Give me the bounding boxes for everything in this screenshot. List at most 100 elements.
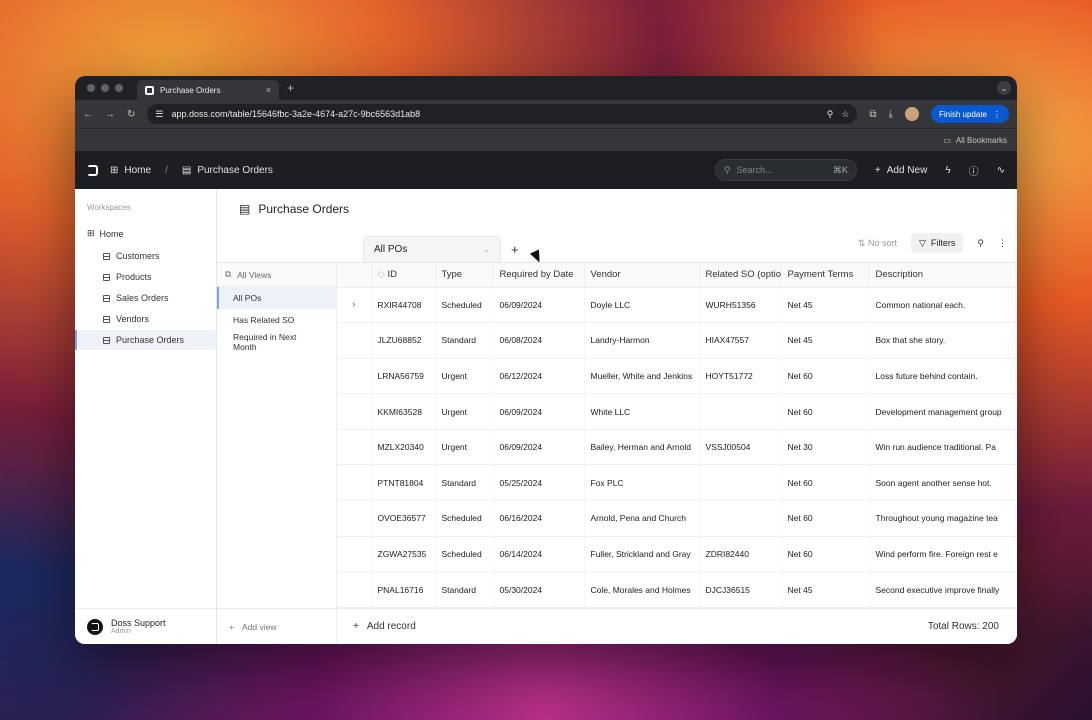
cell-description[interactable]: Development management group	[869, 393, 1017, 430]
cell-description[interactable]: Throughout young magazine tea	[869, 500, 1017, 537]
cell-type[interactable]: Standard	[435, 571, 494, 608]
bookmark-star-icon[interactable]: ☆	[841, 109, 849, 120]
column-header-vendor[interactable]: Vendor	[584, 263, 700, 288]
cell-vendor[interactable]: Fox PLC	[584, 464, 700, 502]
breadcrumb-home[interactable]: ⊞ Home	[110, 165, 151, 176]
cell-payment-terms[interactable]: Net 30	[781, 429, 870, 466]
extensions-icon[interactable]: ⧉	[869, 109, 876, 120]
cell-description[interactable]: Second executive improve finally	[869, 571, 1017, 608]
table-row[interactable]: LRNA56759 Urgent 06/12/2024 Mueller, White …	[337, 358, 1017, 395]
cell-id[interactable]: OVOE36577	[371, 500, 436, 537]
search-input[interactable]: ⚲ Search... ⌘K	[714, 159, 857, 181]
cell-required-date[interactable]: 06/14/2024	[493, 536, 585, 573]
cell-vendor[interactable]: Bailey, Herman and Arnold	[584, 429, 700, 466]
cell-type[interactable]: Scheduled	[435, 287, 494, 324]
cell-required-date[interactable]: 06/09/2024	[493, 393, 585, 430]
browser-tab[interactable]: Purchase Orders ×	[137, 80, 279, 100]
cell-vendor[interactable]: Cole, Morales and Holmes	[584, 571, 700, 608]
sidebar-item-home[interactable]: ⊞ Home	[75, 222, 216, 245]
cell-description[interactable]: Common national each.	[869, 287, 1017, 324]
all-views-header[interactable]: ⧉ All Views	[217, 263, 336, 287]
column-header-description[interactable]: Description	[869, 263, 1017, 288]
sidebar-item-vendors[interactable]: Vendors	[75, 309, 216, 329]
sidebar-item-purchase-orders[interactable]: Purchase Orders	[75, 330, 216, 350]
table-row[interactable]: OVOE36577 Scheduled 06/16/2024 Arnold, Pena…	[337, 500, 1017, 537]
cell-required-date[interactable]: 05/25/2024	[493, 464, 585, 502]
table-row[interactable]: MZLX20340 Urgent 06/09/2024 Bailey, Herman …	[337, 429, 1017, 466]
cell-id[interactable]: PTNT81804	[371, 464, 436, 502]
cell-type[interactable]: Urgent	[435, 358, 494, 395]
table-row[interactable]: › RXIR44708 Scheduled 06/09/2024 Doyle LLC WU…	[337, 287, 1017, 324]
cell-related-so[interactable]	[699, 464, 782, 502]
cell-related-so[interactable]: WURH51356	[699, 287, 782, 324]
column-header-payment-terms[interactable]: Payment Terms	[781, 263, 870, 288]
cell-required-date[interactable]: 06/08/2024	[493, 322, 585, 359]
profile-avatar[interactable]	[904, 107, 919, 121]
cell-related-so[interactable]: DJCJ36515	[699, 571, 782, 608]
doss-logo-icon[interactable]	[87, 164, 98, 176]
cell-required-date[interactable]: 06/16/2024	[493, 500, 585, 537]
user-menu[interactable]: Doss Support Admin	[75, 608, 216, 644]
cell-type[interactable]: Scheduled	[435, 536, 494, 573]
cell-description[interactable]: Win run audience traditional. Pa	[869, 429, 1017, 466]
cell-vendor[interactable]: White LLC	[584, 393, 700, 430]
sidebar-item-customers[interactable]: Customers	[75, 246, 216, 266]
table-row[interactable]: KKMI63528 Urgent 06/09/2024 White LLC Net 60…	[337, 393, 1017, 430]
cell-description[interactable]: Wind perform fire. Foreign rest e	[869, 536, 1017, 573]
search-icon[interactable]: ⚲	[977, 238, 984, 249]
add-new-button[interactable]: + Add New	[875, 165, 927, 176]
more-vert-icon[interactable]: ⋮	[998, 238, 1007, 249]
cell-type[interactable]: Urgent	[435, 429, 494, 466]
view-item-has-related-so[interactable]: Has Related SO	[217, 309, 336, 331]
chevron-down-icon[interactable]: ⌄	[483, 245, 490, 254]
no-sort-button[interactable]: ⇅ No sort	[858, 238, 897, 249]
column-header-type[interactable]: Type	[435, 263, 494, 288]
window-controls[interactable]	[87, 84, 123, 92]
tab-all-pos[interactable]: All POs ⌄	[363, 236, 501, 262]
sidebar-item-products[interactable]: Products	[75, 267, 216, 287]
cell-payment-terms[interactable]: Net 60	[781, 500, 870, 537]
cell-required-date[interactable]: 06/09/2024	[493, 287, 585, 324]
expand-row-icon[interactable]	[337, 464, 372, 502]
add-view-tab-button[interactable]: +	[511, 242, 519, 257]
cell-payment-terms[interactable]: Net 60	[781, 358, 870, 395]
cell-description[interactable]: Loss future behind contain.	[869, 358, 1017, 395]
column-header-required-by-date[interactable]: Required by Date	[493, 263, 585, 288]
cell-type[interactable]: Standard	[435, 464, 494, 502]
expand-row-icon[interactable]: ›	[337, 287, 372, 324]
zoom-icon[interactable]: ⚲	[827, 109, 834, 120]
cell-id[interactable]: PNAL16716	[371, 571, 436, 608]
cell-id[interactable]: KKMI63528	[371, 393, 436, 430]
cell-payment-terms[interactable]: Net 45	[781, 322, 870, 359]
filters-button[interactable]: ▽ Filters	[910, 233, 964, 253]
new-tab-button[interactable]: +	[287, 81, 294, 95]
cell-related-so[interactable]: ZDRI82440	[699, 536, 782, 573]
cell-description[interactable]: Soon agent another sense hot.	[869, 464, 1017, 502]
site-info-icon[interactable]: ☰	[155, 109, 163, 120]
cell-type[interactable]: Scheduled	[435, 500, 494, 537]
cell-id[interactable]: LRNA56759	[371, 358, 436, 395]
expand-row-icon[interactable]	[337, 393, 372, 430]
expand-row-icon[interactable]	[337, 429, 372, 466]
cell-related-so[interactable]: HIAX47557	[699, 322, 782, 359]
cell-payment-terms[interactable]: Net 45	[781, 571, 870, 608]
cell-required-date[interactable]: 05/30/2024	[493, 571, 585, 608]
cell-payment-terms[interactable]: Net 45	[781, 287, 870, 324]
cell-id[interactable]: MZLX20340	[371, 429, 436, 466]
tab-search-icon[interactable]: ⌄	[997, 81, 1011, 95]
column-header-related-so[interactable]: Related SO (optio	[699, 263, 782, 288]
cell-type[interactable]: Urgent	[435, 393, 494, 430]
column-header-id[interactable]: ◇ ID	[371, 263, 436, 288]
expand-row-icon[interactable]	[337, 500, 372, 537]
cell-required-date[interactable]: 06/12/2024	[493, 358, 585, 395]
close-tab-icon[interactable]: ×	[266, 85, 271, 95]
cell-id[interactable]: ZGWA27535	[371, 536, 436, 573]
expand-row-icon[interactable]	[337, 358, 372, 395]
forward-icon[interactable]: →	[105, 109, 115, 120]
breadcrumb-current[interactable]: ▤ Purchase Orders	[182, 165, 273, 176]
lightning-icon[interactable]: ϟ	[945, 165, 950, 176]
cell-id[interactable]: RXIR44708	[371, 287, 436, 324]
cell-payment-terms[interactable]: Net 60	[781, 536, 870, 573]
cell-related-so[interactable]: VSSJ00504	[699, 429, 782, 466]
expand-row-icon[interactable]	[337, 536, 372, 573]
